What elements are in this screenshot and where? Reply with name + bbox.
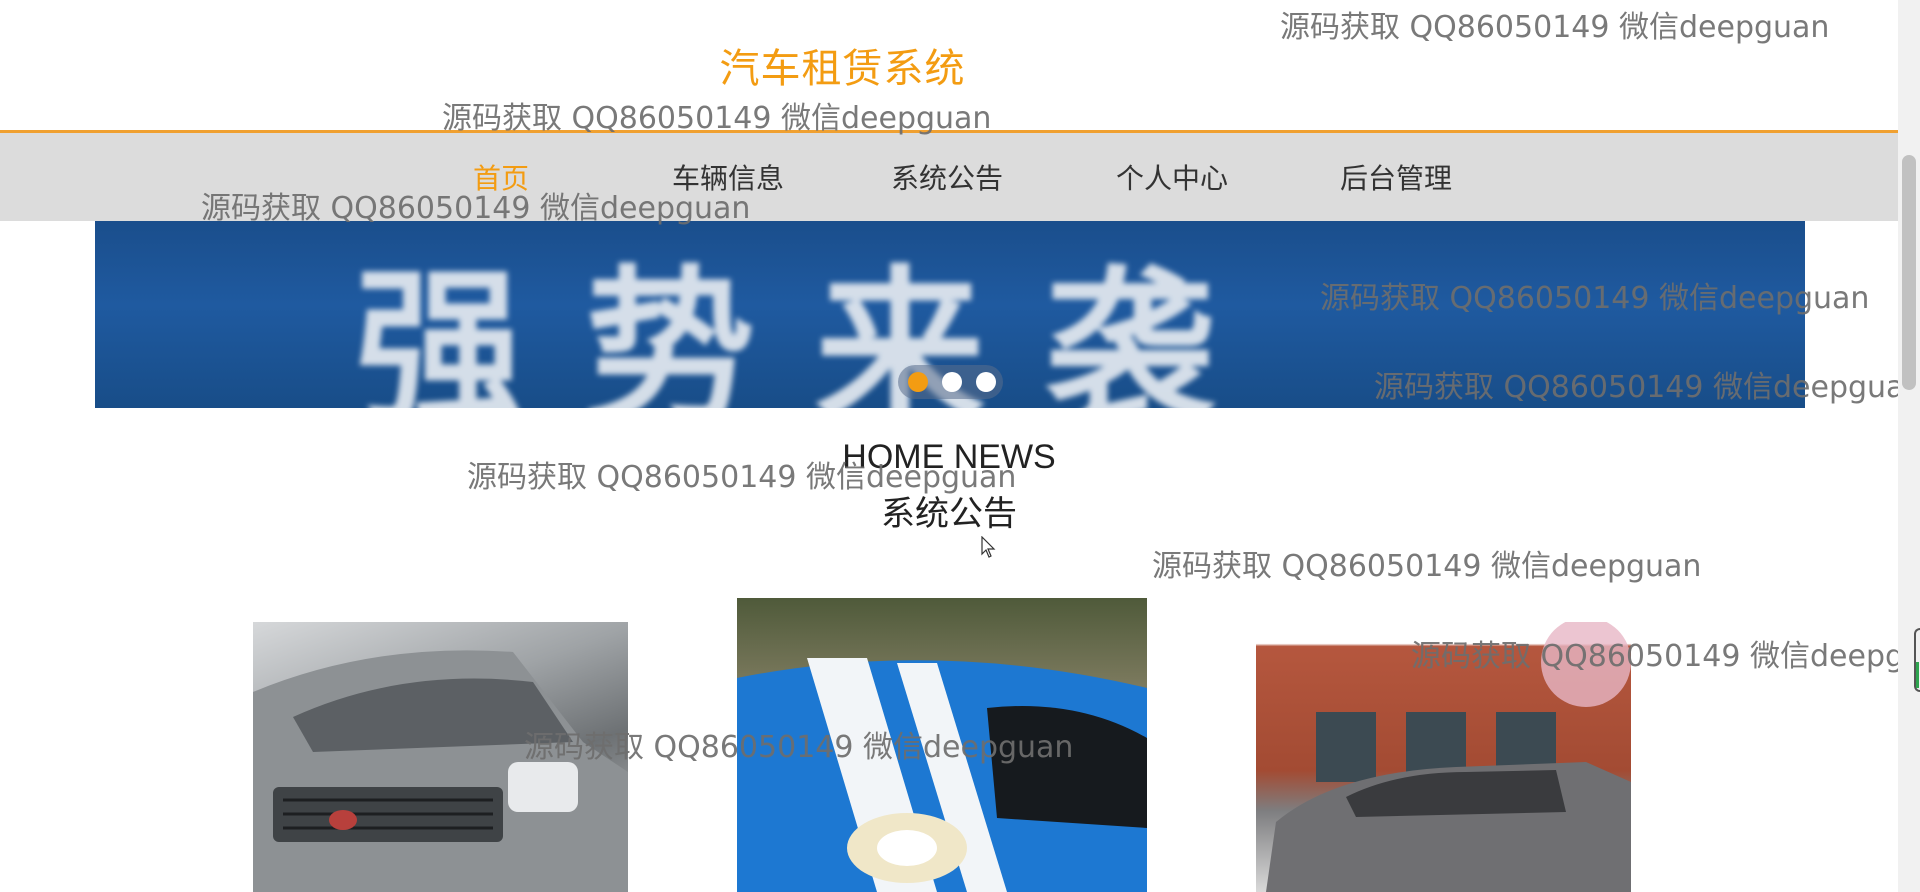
mouse-cursor-icon <box>981 536 996 558</box>
watermark: 源码获取 QQ86050149 微信deepguan <box>1280 10 1830 45</box>
watermark: 源码获取 QQ86050149 微信deepguan <box>1320 281 1870 316</box>
scroll-indicator-green <box>1916 662 1919 688</box>
watermark: 源码获取 QQ86050149 微信deepguan <box>1152 549 1702 584</box>
banner-text: 强势来袭 <box>355 251 1276 408</box>
carousel-indicators <box>898 365 1003 399</box>
scrollbar-thumb[interactable] <box>1902 155 1916 390</box>
carousel-dot-3[interactable] <box>976 372 996 392</box>
page: 汽车租赁系统 首页 车辆信息 系统公告 个人中心 后台管理 强势来袭 HOME … <box>0 0 1920 892</box>
watermark: 源码获取 QQ86050149 微信deepguan <box>1374 370 1920 405</box>
watermark: 源码获取 QQ86050149 微信deepguan <box>467 460 1017 495</box>
nav-item-announcements[interactable]: 系统公告 <box>891 157 1003 197</box>
watermark: 源码获取 QQ86050149 微信deepguan <box>524 730 1074 765</box>
nav-item-admin[interactable]: 后台管理 <box>1340 157 1452 197</box>
vertical-scrollbar[interactable] <box>1898 0 1920 892</box>
nav-item-personal-center[interactable]: 个人中心 <box>1116 157 1228 197</box>
carousel-dot-2[interactable] <box>942 372 962 392</box>
watermark: 源码获取 QQ86050149 微信deepguan <box>1411 639 1920 674</box>
watermark: 源码获取 QQ86050149 微信deepguan <box>201 191 751 226</box>
watermark: 源码获取 QQ86050149 微信deepguan <box>442 101 992 136</box>
carousel-dot-1[interactable] <box>908 372 928 392</box>
